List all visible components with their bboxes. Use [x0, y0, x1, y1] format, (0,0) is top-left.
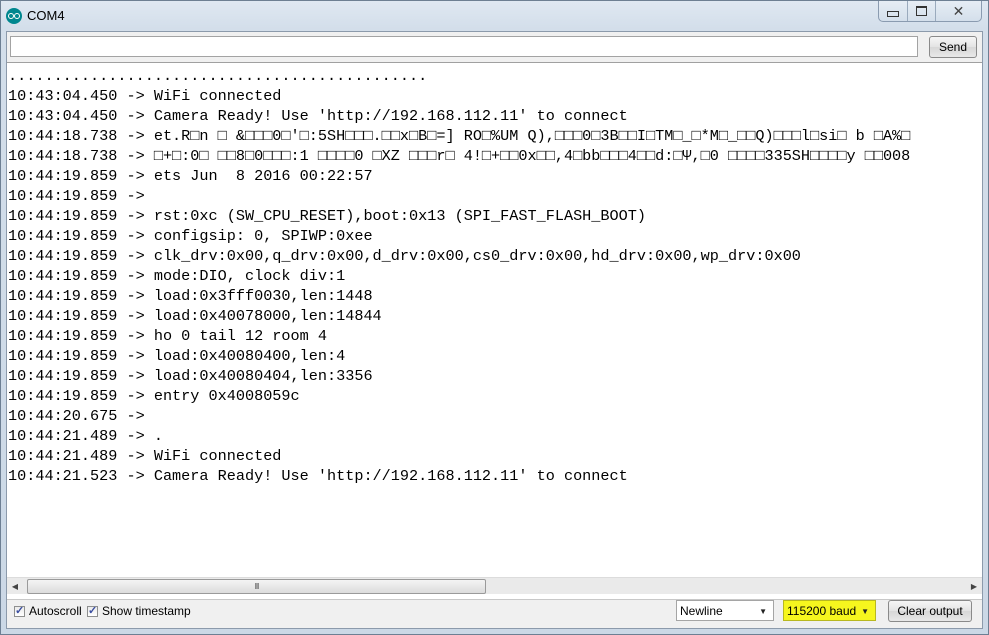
- output-line: 10:44:19.859 -> load:0x40080400,len:4: [8, 347, 346, 365]
- baud-rate-select[interactable]: 115200 baud ▼: [783, 600, 876, 621]
- chevron-down-icon: ▼: [759, 607, 767, 616]
- output-line: 10:44:19.859 -> clk_drv:0x00,q_drv:0x00,…: [8, 247, 801, 265]
- autoscroll-label: Autoscroll: [29, 604, 82, 618]
- output-line: 10:43:04.450 -> Camera Ready! Use 'http:…: [8, 107, 628, 125]
- maximize-icon: [916, 6, 927, 16]
- output-line: 10:44:19.859 -> configsip: 0, SPIWP:0xee: [8, 227, 373, 245]
- output-line: 10:44:19.859 -> ets Jun 8 2016 00:22:57: [8, 167, 373, 185]
- minimize-button[interactable]: [879, 1, 907, 21]
- output-line: 10:44:18.738 -> □+□:0□ □□8□0□□□:1 □□□□0 …: [8, 147, 911, 165]
- line-ending-select[interactable]: Newline ▼: [676, 600, 774, 621]
- autoscroll-checkbox[interactable]: Autoscroll: [14, 604, 82, 618]
- maximize-button[interactable]: [907, 1, 935, 21]
- window-title: COM4: [27, 8, 65, 23]
- baud-rate-value: 115200 baud: [787, 603, 857, 618]
- close-icon: ✕: [952, 2, 965, 19]
- close-button[interactable]: ✕: [935, 1, 981, 21]
- chevron-down-icon: ▼: [861, 607, 869, 616]
- window-controls: ✕: [878, 1, 982, 22]
- serial-monitor-window: COM4 ✕ Send ............................…: [0, 0, 989, 635]
- show-timestamp-label: Show timestamp: [102, 604, 191, 618]
- grip-icon: III: [254, 582, 260, 591]
- arrow-right-icon: ▶: [970, 581, 978, 591]
- output-line: 10:44:19.859 -> mode:DIO, clock div:1: [8, 267, 346, 285]
- arduino-logo-icon: [6, 8, 22, 24]
- checkbox-checked-icon[interactable]: [14, 604, 25, 617]
- client-area: Send ...................................…: [6, 31, 983, 629]
- output-line: 10:44:19.859 -> load:0x40078000,len:1484…: [8, 307, 382, 325]
- checkbox-checked-icon[interactable]: [87, 604, 98, 617]
- line-ending-value: Newline: [680, 603, 723, 618]
- output-line: 10:44:18.738 -> et.R□n □ &□□□0□'□:5SH□□□…: [8, 127, 911, 145]
- output-line: ........................................…: [8, 67, 428, 85]
- output-line: 10:44:19.859 -> entry 0x4008059c: [8, 387, 300, 405]
- output-line: 10:44:19.859 -> rst:0xc (SW_CPU_RESET),b…: [8, 207, 646, 225]
- send-button[interactable]: Send: [929, 36, 977, 58]
- output-line: 10:44:21.489 -> WiFi connected: [8, 447, 282, 465]
- output-line: 10:43:04.450 -> WiFi connected: [8, 87, 282, 105]
- clear-output-button[interactable]: Clear output: [888, 600, 972, 622]
- scrollbar-thumb[interactable]: III: [27, 579, 486, 594]
- output-lines: ........................................…: [8, 66, 910, 486]
- output-line: 10:44:19.859 -> load:0x3fff0030,len:1448: [8, 287, 373, 305]
- serial-send-input[interactable]: [10, 36, 918, 57]
- output-line: 10:44:20.675 ->: [8, 407, 154, 425]
- output-line: 10:44:19.859 ->: [8, 187, 154, 205]
- horizontal-scrollbar[interactable]: ◀ III ▶: [7, 577, 982, 594]
- title-bar: COM4 ✕: [1, 1, 988, 31]
- minimize-icon: [887, 10, 899, 17]
- output-line: 10:44:21.489 -> .: [8, 427, 163, 445]
- scroll-right-button[interactable]: ▶: [967, 578, 981, 594]
- scroll-left-button[interactable]: ◀: [8, 578, 22, 594]
- output-line: 10:44:21.523 -> Camera Ready! Use 'http:…: [8, 467, 628, 485]
- arrow-left-icon: ◀: [11, 581, 19, 591]
- show-timestamp-checkbox[interactable]: Show timestamp: [87, 604, 191, 618]
- serial-output-area[interactable]: ........................................…: [7, 62, 982, 600]
- output-line: 10:44:19.859 -> load:0x40080404,len:3356: [8, 367, 373, 385]
- footer-bar: Autoscroll Show timestamp Newline ▼ 1152…: [7, 595, 982, 628]
- output-line: 10:44:19.859 -> ho 0 tail 12 room 4: [8, 327, 327, 345]
